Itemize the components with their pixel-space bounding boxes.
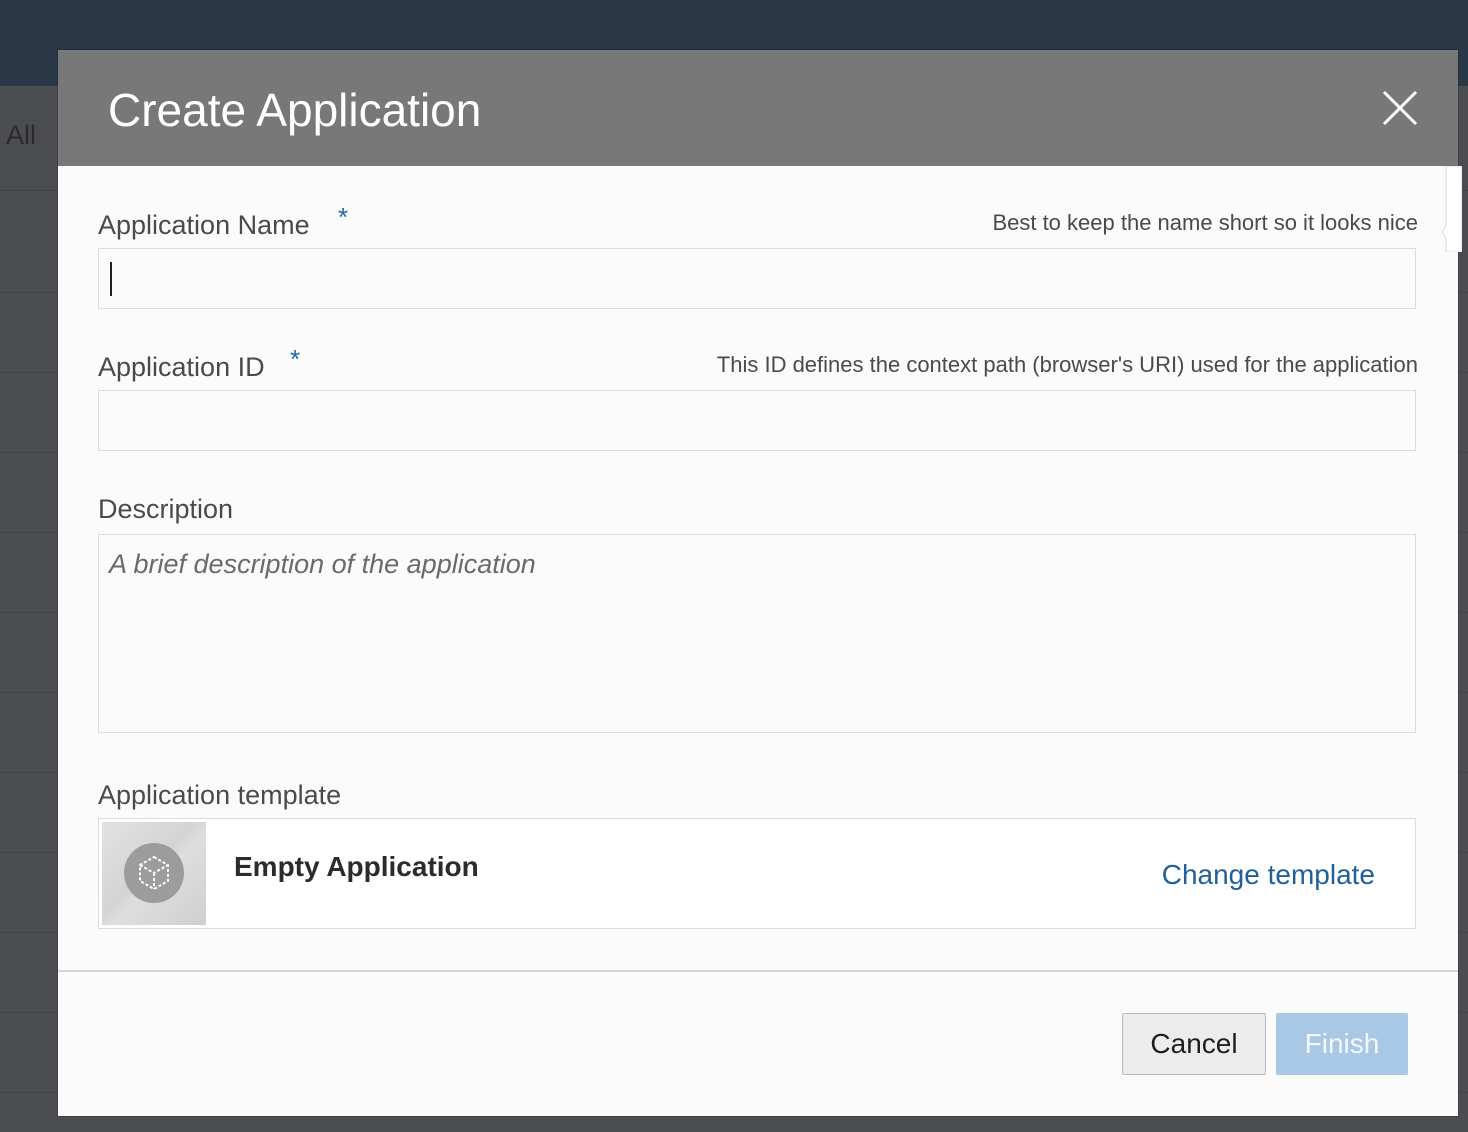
app-name-label: Application Name: [98, 210, 310, 240]
close-icon: [1382, 90, 1418, 126]
template-label: Application template: [98, 780, 342, 810]
required-marker: *: [338, 202, 349, 232]
template-card: Empty Application Change template: [98, 818, 1416, 929]
tab-all: All: [6, 120, 37, 150]
change-template-link[interactable]: Change template: [1162, 859, 1375, 891]
text-caret: [110, 262, 112, 296]
app-name-help: Best to keep the name short so it looks …: [992, 210, 1418, 235]
help-tooltip-edge: [1442, 166, 1462, 252]
description-label: Description: [98, 494, 234, 524]
footer-divider: [58, 970, 1458, 972]
template-thumbnail: [102, 822, 206, 925]
dialog-header: Create Application: [58, 50, 1458, 166]
cancel-button[interactable]: Cancel: [1122, 1013, 1266, 1075]
app-name-input[interactable]: [98, 248, 1416, 309]
create-application-dialog: Create Application Application Name * Be…: [58, 50, 1462, 1116]
close-button[interactable]: [1378, 86, 1422, 130]
required-marker: *: [290, 344, 301, 374]
app-id-help: This ID defines the context path (browse…: [716, 352, 1418, 377]
app-id-input[interactable]: [98, 390, 1416, 451]
template-icon-badge: [124, 843, 184, 903]
dialog-title: Create Application: [108, 84, 482, 136]
cube-icon: [139, 855, 169, 891]
description-textarea[interactable]: [98, 534, 1416, 733]
template-name: Empty Application: [234, 851, 479, 882]
finish-button[interactable]: Finish: [1276, 1013, 1408, 1075]
app-id-label: Application ID: [98, 352, 265, 382]
